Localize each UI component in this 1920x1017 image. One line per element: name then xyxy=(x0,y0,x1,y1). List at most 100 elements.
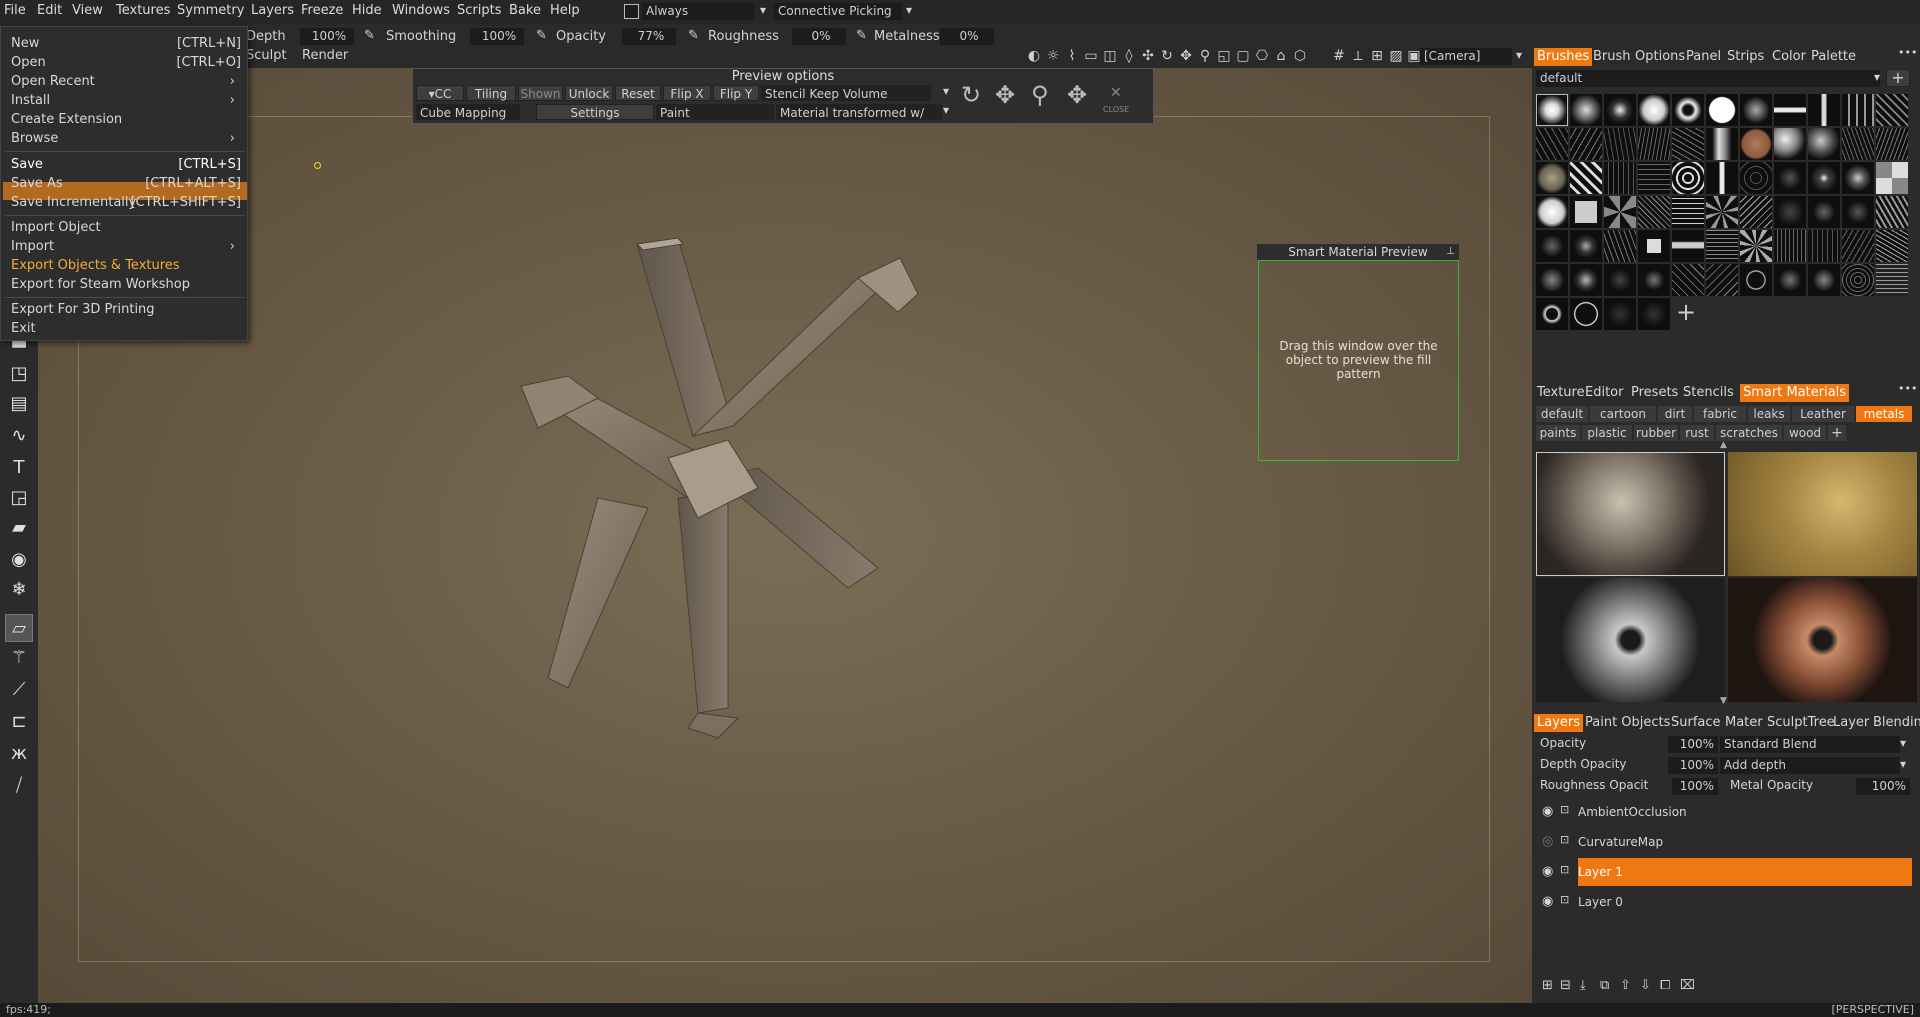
opacity-field[interactable]: 77% xyxy=(622,28,676,45)
page-icon[interactable]: ▤ xyxy=(5,390,33,418)
brush-thumb[interactable] xyxy=(1604,162,1636,194)
fill-icon[interactable]: ◲ xyxy=(5,484,33,512)
eraser-icon[interactable]: ▰ xyxy=(5,514,33,542)
zoom-icon[interactable]: ⚲ xyxy=(1197,48,1213,64)
eye-icon[interactable]: ◉ xyxy=(1542,864,1553,879)
brush-thumb[interactable] xyxy=(1536,128,1568,160)
brush-thumb[interactable] xyxy=(1604,264,1636,296)
brush-thumb[interactable] xyxy=(1536,162,1568,194)
layer-row-selected[interactable]: Layer 1 xyxy=(1578,860,1623,884)
brush-thumb[interactable] xyxy=(1638,162,1670,194)
brush-thumb[interactable] xyxy=(1706,196,1738,228)
brush-thumb[interactable] xyxy=(1536,196,1568,228)
tab-stencils[interactable]: Stencils xyxy=(1680,384,1737,402)
smart-material-preview[interactable]: Smart Material Preview ⊥ Drag this windo… xyxy=(1257,244,1459,462)
tab-color[interactable]: Color xyxy=(1769,48,1809,66)
roughness-opacity-field[interactable]: 100% xyxy=(1672,778,1718,795)
brush-thumb[interactable] xyxy=(1638,94,1670,126)
lock-icon[interactable]: ⊡ xyxy=(1560,893,1569,906)
flip-x-button[interactable]: Flip X xyxy=(663,85,711,101)
category-dirt[interactable]: dirt xyxy=(1658,406,1692,422)
brush-thumb[interactable] xyxy=(1842,264,1874,296)
brush-thumb[interactable] xyxy=(1774,128,1806,160)
lock-icon[interactable]: ⊡ xyxy=(1560,863,1569,876)
menu-item-open[interactable]: Open [CTRL+O] xyxy=(11,55,241,70)
tab-surface[interactable]: Surface xyxy=(1668,714,1724,732)
add-brush-button[interactable]: + xyxy=(1886,69,1910,87)
smoothing-label[interactable]: Smoothing xyxy=(386,29,456,44)
opacity-label[interactable]: Opacity xyxy=(1540,736,1586,750)
add-category-button[interactable]: + xyxy=(1828,425,1846,441)
roughness-label[interactable]: Roughness xyxy=(708,29,779,44)
roughness-opacity-label[interactable]: Roughness Opacit xyxy=(1540,778,1648,792)
category-fabric[interactable]: fabric xyxy=(1694,406,1746,422)
brush-thumb[interactable] xyxy=(1876,94,1908,126)
brush-thumb[interactable] xyxy=(1808,196,1840,228)
sculpt-room-tab[interactable]: Sculpt xyxy=(246,48,287,63)
tab-options[interactable]: Options xyxy=(1632,48,1688,66)
curve-icon[interactable]: ∿ xyxy=(5,422,33,450)
fill-bucket-icon[interactable]: ▱ xyxy=(5,614,33,642)
tab-editor[interactable]: Editor xyxy=(1582,384,1626,402)
menu-item-create-extension[interactable]: Create Extension xyxy=(11,112,241,127)
category-wood[interactable]: wood xyxy=(1784,425,1826,441)
tab-blending[interactable]: Blendin xyxy=(1870,714,1920,732)
copy-icon[interactable]: ⧉ xyxy=(1600,978,1609,993)
tab-presets[interactable]: Presets xyxy=(1628,384,1681,402)
menu-item-open-recent[interactable]: Open Recent › xyxy=(11,74,241,89)
brush-thumb[interactable] xyxy=(1604,298,1636,330)
tab-texture[interactable]: Texture xyxy=(1534,384,1588,402)
close-label[interactable]: CLOSE xyxy=(1103,105,1129,114)
menu-windows[interactable]: Windows xyxy=(392,3,450,18)
category-plastic[interactable]: plastic xyxy=(1582,425,1632,441)
brush-thumb[interactable] xyxy=(1740,264,1772,296)
picking-dropdown[interactable]: Connective Picking xyxy=(774,3,902,20)
category-rust[interactable]: rust xyxy=(1680,425,1714,441)
move-icon[interactable]: ✥ xyxy=(1178,48,1194,64)
menu-freeze[interactable]: Freeze xyxy=(301,3,343,18)
brush-thumb[interactable] xyxy=(1808,94,1840,126)
zoom-icon[interactable]: ⚲ xyxy=(1031,81,1049,109)
brush-thumb[interactable] xyxy=(1638,128,1670,160)
brush-thumb[interactable] xyxy=(1672,162,1704,194)
lock-icon[interactable]: ⊡ xyxy=(1560,833,1569,846)
brush-thumb[interactable] xyxy=(1604,230,1636,262)
eye-icon[interactable]: ◉ xyxy=(1542,894,1553,909)
brush-thumb[interactable] xyxy=(1876,196,1908,228)
material-dropdown[interactable]: Material transformed w/ xyxy=(776,104,942,120)
category-scratches[interactable]: scratches xyxy=(1716,425,1782,441)
axis-icon[interactable]: ⟂ xyxy=(1350,48,1366,64)
menu-item-import[interactable]: Import › xyxy=(11,239,241,254)
folder-icon[interactable]: ⊟ xyxy=(1560,978,1571,993)
frame-icon[interactable]: ▨ xyxy=(1388,48,1404,64)
always-field[interactable]: Always xyxy=(642,3,754,20)
eye-icon[interactable]: ◉ xyxy=(5,546,33,574)
metalness-label[interactable]: Metalness xyxy=(874,29,940,44)
rotate-icon[interactable]: ↻ xyxy=(1159,48,1175,64)
chevron-down-icon[interactable]: ▾ xyxy=(1900,757,1906,771)
brush-thumb[interactable] xyxy=(1808,162,1840,194)
brush-thumb[interactable] xyxy=(1570,162,1602,194)
rotate-icon[interactable]: ↻ xyxy=(961,81,981,109)
menu-item-install[interactable]: Install › xyxy=(11,93,241,108)
depth-field[interactable]: 100% xyxy=(300,28,354,45)
paint-dropdown[interactable]: Paint xyxy=(656,104,774,120)
butterfly-icon[interactable]: ж xyxy=(5,740,33,768)
tab-layers[interactable]: Layers xyxy=(1534,714,1584,732)
menu-item-export-objects-textures[interactable]: Export Objects & Textures xyxy=(11,258,241,273)
menu-edit[interactable]: Edit xyxy=(37,3,62,18)
eye-hidden-icon[interactable]: ◎ xyxy=(1542,834,1553,849)
menu-item-save-as[interactable]: Save As [CTRL+ALT+S] xyxy=(11,176,241,191)
more-icon[interactable]: ••• xyxy=(1898,382,1917,395)
blend-mode-dropdown[interactable]: Standard Blend xyxy=(1720,736,1900,753)
new-layer-icon[interactable]: ⊞ xyxy=(1542,978,1553,993)
menu-scripts[interactable]: Scripts xyxy=(457,3,501,18)
menu-textures[interactable]: Textures xyxy=(116,3,170,18)
depth-label[interactable]: Depth xyxy=(246,29,286,44)
brush-thumb[interactable] xyxy=(1672,196,1704,228)
brush-thumb[interactable] xyxy=(1638,264,1670,296)
brush-thumb[interactable] xyxy=(1604,196,1636,228)
menu-item-save[interactable]: Save [CTRL+S] xyxy=(11,157,241,172)
brush-thumb[interactable] xyxy=(1706,94,1738,126)
brush-thumb[interactable] xyxy=(1740,230,1772,262)
